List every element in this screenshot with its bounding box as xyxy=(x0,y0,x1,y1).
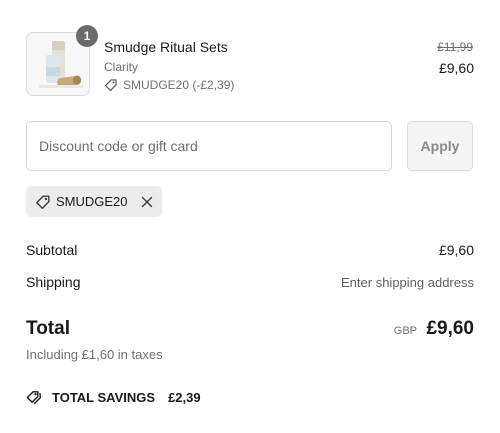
tag-icon xyxy=(104,79,117,92)
tag-icon xyxy=(36,195,50,209)
price-final: £9,60 xyxy=(438,60,474,76)
tags-icon xyxy=(26,391,42,404)
subtotal-label: Subtotal xyxy=(26,242,78,258)
discount-code-input[interactable] xyxy=(26,121,392,171)
price-original: £11,99 xyxy=(437,40,473,54)
product-thumbnail: 1 xyxy=(26,25,98,96)
total-savings: TOTAL SAVINGS £2,39 xyxy=(26,389,201,405)
product-discount: SMUDGE20 (-£2,39) xyxy=(104,78,234,92)
applied-discount-chip: SMUDGE20 xyxy=(26,186,162,217)
remove-discount-button[interactable] xyxy=(140,195,154,209)
shipping-value: Enter shipping address xyxy=(341,275,474,290)
taxes-note: Including £1,60 in taxes xyxy=(26,347,163,362)
total-value: £9,60 xyxy=(426,318,474,339)
applied-discount-code: SMUDGE20 xyxy=(56,194,128,209)
product-name: Smudge Ritual Sets xyxy=(104,39,228,55)
close-icon xyxy=(141,196,153,207)
quantity-badge: 1 xyxy=(76,25,98,47)
apply-button[interactable]: Apply xyxy=(407,121,473,171)
savings-value: £2,39 xyxy=(168,389,201,405)
product-discount-label: SMUDGE20 (-£2,39) xyxy=(123,78,235,92)
subtotal-value: £9,60 xyxy=(438,242,474,258)
total-label: Total xyxy=(26,318,70,339)
total-currency: GBP xyxy=(393,325,417,337)
shipping-label: Shipping xyxy=(26,274,81,290)
savings-label: TOTAL SAVINGS xyxy=(52,389,156,405)
product-variant: Clarity xyxy=(104,60,139,74)
